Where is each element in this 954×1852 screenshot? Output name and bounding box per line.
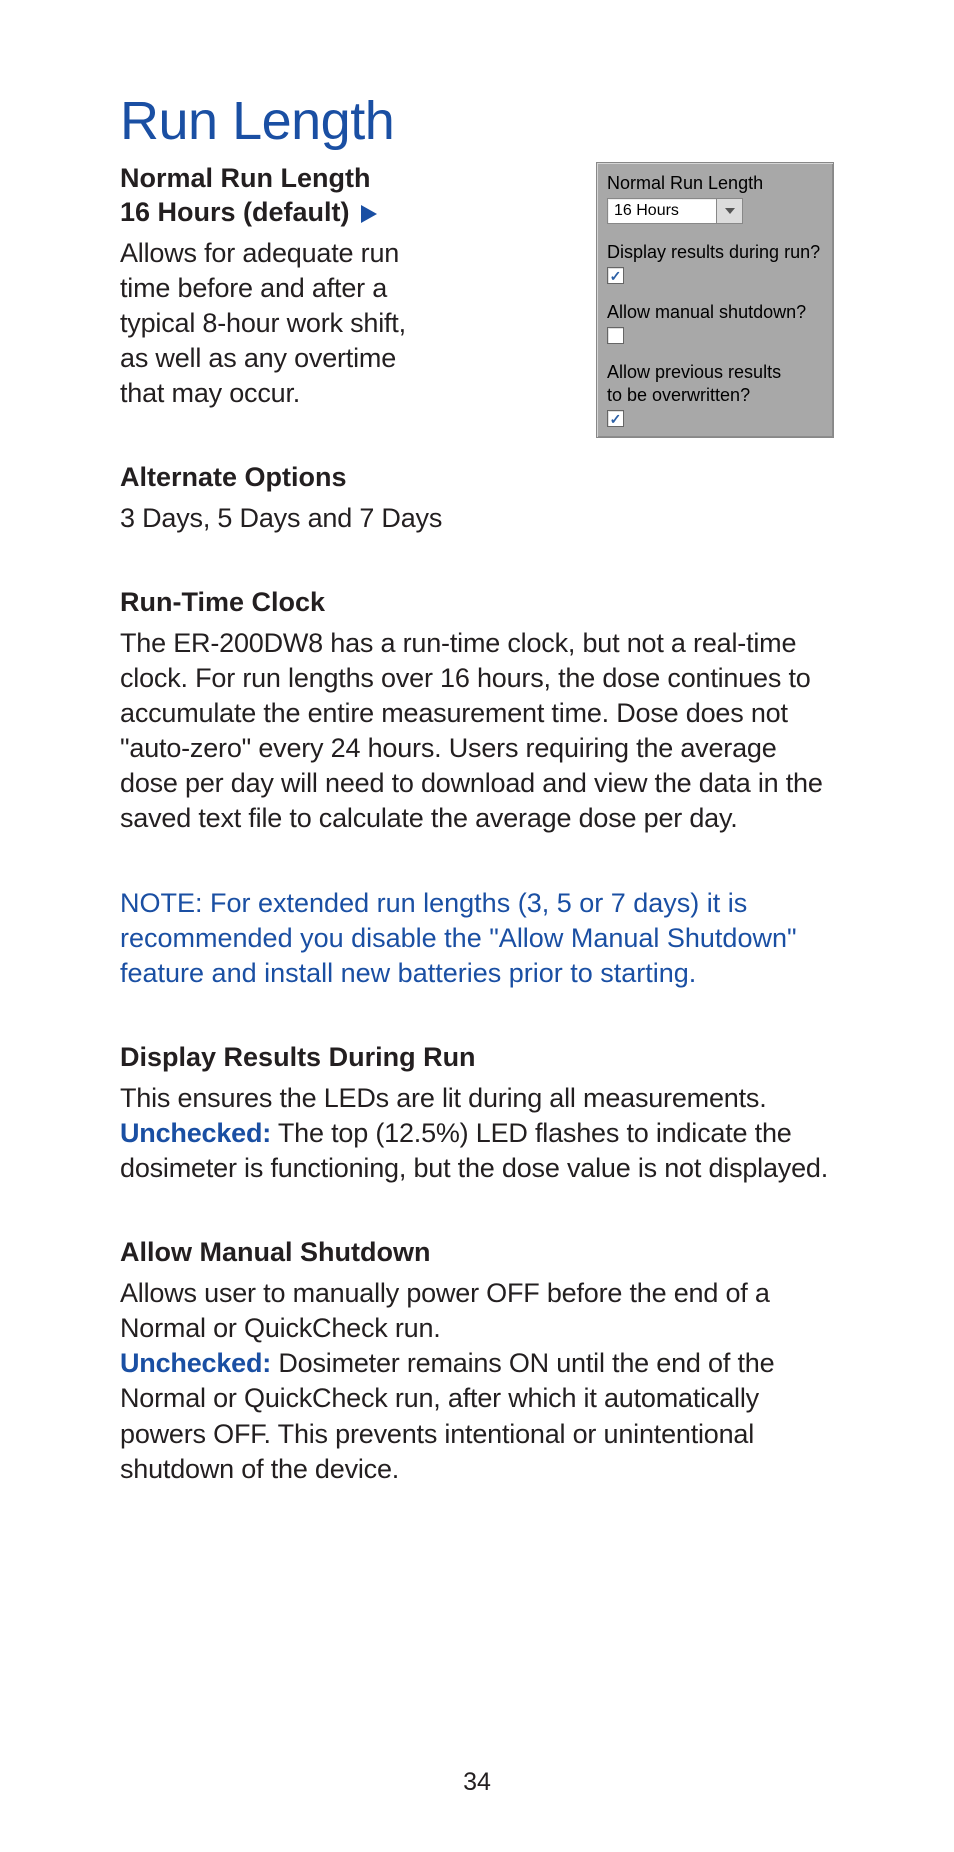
normal-run-body: Allows for adequate run time before and … — [120, 236, 440, 411]
figure-label-run-length: Normal Run Length — [607, 173, 825, 194]
allow-manual-checkbox[interactable] — [607, 327, 624, 344]
page-number: 34 — [0, 1768, 954, 1797]
figure-label-allow-manual: Allow manual shutdown? — [607, 302, 825, 323]
figure-label-overwritten-2: to be overwritten? — [607, 385, 825, 406]
run-length-dropdown[interactable]: 16 Hours — [607, 198, 743, 224]
dropdown-value: 16 Hours — [608, 202, 716, 220]
note-text: NOTE: For extended run lengths (3, 5 or … — [120, 886, 834, 991]
runtime-clock-body: The ER-200DW8 has a run-time clock, but … — [120, 626, 834, 837]
normal-heading-line2: 16 Hours (default) — [120, 197, 350, 227]
figure-label-overwritten-1: Allow previous results — [607, 362, 825, 383]
unchecked-label-1: Unchecked: — [120, 1118, 271, 1148]
display-results-checkbox[interactable] — [607, 267, 624, 284]
allow-manual-heading: Allow Manual Shutdown — [120, 1236, 834, 1270]
display-results-body: This ensures the LEDs are lit during all… — [120, 1081, 834, 1186]
display-results-heading: Display Results During Run — [120, 1041, 834, 1075]
allow-manual-pre: Allows user to manually power OFF before… — [120, 1278, 770, 1343]
runtime-clock-heading: Run-Time Clock — [120, 586, 834, 620]
chevron-down-icon[interactable] — [716, 199, 742, 223]
allow-manual-body: Allows user to manually power OFF before… — [120, 1276, 834, 1487]
alternate-options-body: 3 Days, 5 Days and 7 Days — [120, 501, 834, 536]
page-title: Run Length — [120, 90, 834, 152]
main-content: Normal Run Length 16 Hours Display resul… — [120, 162, 834, 1487]
figure-label-display-results: Display results during run? — [607, 242, 825, 263]
overwritten-checkbox[interactable] — [607, 410, 624, 427]
normal-heading-line1: Normal Run Length — [120, 163, 371, 193]
alternate-options-heading: Alternate Options — [120, 461, 834, 495]
settings-panel-screenshot: Normal Run Length 16 Hours Display resul… — [596, 162, 834, 438]
unchecked-label-2: Unchecked: — [120, 1348, 271, 1378]
triangle-right-icon — [361, 205, 377, 223]
display-results-pre: This ensures the LEDs are lit during all… — [120, 1083, 767, 1113]
